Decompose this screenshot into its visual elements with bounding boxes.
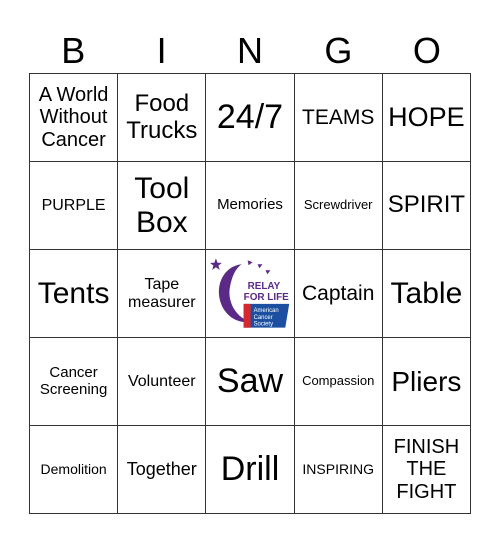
cell-label: A World Without Cancer (38, 83, 109, 151)
cell-label: 24/7 (216, 98, 284, 137)
cell-label: Tape measurer (128, 275, 196, 311)
logo-line1: RELAY (248, 281, 281, 292)
acs-org-line3: Society (254, 321, 274, 327)
cell-label: TEAMS (302, 105, 375, 129)
cell-label: Pliers (391, 365, 462, 397)
bingo-cell[interactable]: Cancer Screening (30, 338, 119, 426)
bingo-cell[interactable]: FINISH THE FIGHT (382, 426, 471, 514)
header-letter-i: I (156, 30, 167, 71)
cell-label: Memories (217, 196, 283, 214)
bingo-cell[interactable]: HOPE (382, 74, 471, 162)
acs-sword-band (244, 303, 251, 328)
bingo-grid: A World Without Cancer Food Trucks 24/7 TEA… (29, 73, 471, 514)
bingo-cell[interactable]: 24/7 (206, 74, 295, 162)
cell-label: Demolition (40, 460, 107, 477)
cell-label: INSPIRING (302, 460, 374, 477)
header-letter-g: G (324, 30, 353, 71)
bingo-cell[interactable]: Tape measurer (118, 250, 207, 338)
cell-label: Volunteer (127, 372, 196, 390)
triangle-icon (257, 263, 263, 268)
header-letter-n: N (237, 30, 264, 71)
acs-org-line1: American (254, 307, 279, 313)
header-letter-o: O (412, 30, 441, 71)
bingo-cell[interactable]: Compassion (294, 338, 383, 426)
bingo-header: B I N G O (29, 28, 471, 73)
cell-label: Screwdriver (303, 197, 373, 213)
cell-label: Drill (220, 450, 280, 489)
cell-label: Saw (216, 362, 284, 401)
bingo-cell[interactable]: Pliers (382, 338, 471, 426)
cell-label: Captain (302, 281, 375, 305)
bingo-cell[interactable]: Saw (206, 338, 295, 426)
cell-label: FINISH THE FIGHT (393, 435, 460, 503)
bingo-cell[interactable]: Drill (206, 426, 295, 514)
bingo-cell[interactable]: INSPIRING (294, 426, 383, 514)
cell-label: HOPE (388, 102, 465, 133)
cell-label: Food Trucks (126, 89, 198, 144)
bingo-cell[interactable]: Tents (30, 250, 119, 338)
cell-label: Compassion (302, 373, 375, 389)
cell-label: Table (390, 276, 463, 310)
bingo-cell[interactable]: Food Trucks (118, 74, 207, 162)
bingo-cell[interactable]: A World Without Cancer (30, 74, 119, 162)
bingo-cell[interactable]: Screwdriver (294, 162, 383, 250)
cell-label: Tool Box (134, 171, 190, 239)
header-letter-b: B (61, 30, 86, 71)
bingo-cell[interactable]: Table (382, 250, 471, 338)
cell-label: PURPLE (41, 196, 106, 214)
triangle-icon (248, 259, 253, 265)
bingo-cell[interactable]: TEAMS (294, 74, 383, 162)
bingo-cell[interactable]: Memories (206, 162, 295, 250)
bingo-cell[interactable]: SPIRIT (382, 162, 471, 250)
bingo-cell[interactable]: Together (118, 426, 207, 514)
bingo-cell[interactable]: PURPLE (30, 162, 119, 250)
logo-line2: FOR LIFE (244, 291, 289, 302)
star-icon (210, 257, 223, 270)
relay-for-life-logo: RELAYFOR LIFE AmericanCancerSociety (210, 257, 290, 328)
cell-label: Tents (37, 276, 110, 310)
acs-org-line2: Cancer (254, 314, 273, 320)
bingo-cell[interactable]: Demolition (30, 426, 119, 514)
cell-label: Cancer Screening (39, 363, 108, 398)
triangle-icon (265, 269, 271, 274)
free-space-cell[interactable]: RELAY FOR LIFE American Cancer Society (206, 250, 295, 338)
bingo-cell[interactable]: Tool Box (118, 162, 207, 250)
cell-label: Together (126, 459, 197, 480)
cell-label: SPIRIT (387, 191, 466, 219)
bingo-cell[interactable]: Captain (294, 250, 383, 338)
bingo-cell[interactable]: Volunteer (118, 338, 207, 426)
